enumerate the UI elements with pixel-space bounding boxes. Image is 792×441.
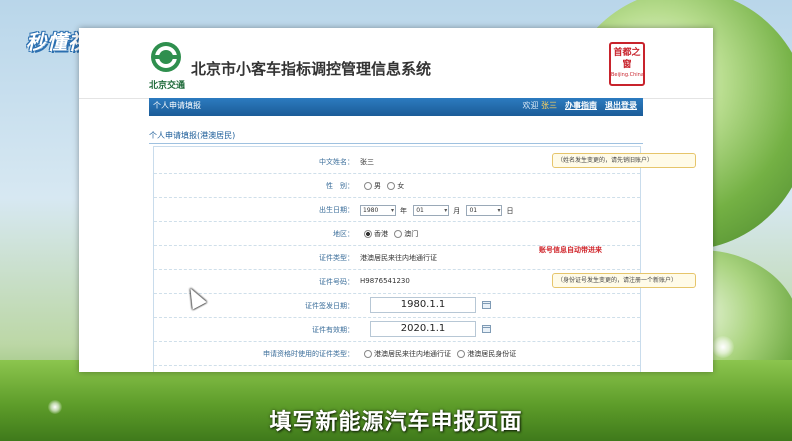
browser-page: 北京交通 北京市小客车指标调控管理信息系统 首都之窗 Beijing.China… [79, 28, 713, 372]
row-chinese-name: 中文姓名： 张三 （姓名发生变更的，请先销旧账户） [154, 151, 696, 174]
year-unit: 年 [400, 206, 407, 215]
calendar-icon[interactable] [482, 325, 491, 333]
apply-cert-permit-label: 港澳居民来往内地通行证 [374, 350, 451, 358]
row-region: 地区： 香港 澳门 [154, 223, 640, 246]
birth-year-select[interactable]: 1980 [360, 205, 396, 216]
row-cert-type: 证件类型： 港澳居民来往内地通行证 [154, 247, 640, 270]
user-name: 张三 [541, 101, 557, 110]
org-name: 北京交通 [149, 81, 186, 91]
tab-personal-application[interactable]: 个人申请填报 [153, 100, 201, 111]
gender-male-radio[interactable] [364, 182, 372, 190]
region-hongkong-label: 香港 [374, 230, 388, 238]
row-gender: 性 别： 男 女 [154, 175, 640, 198]
cert-type-label: 证件类型： [319, 254, 354, 262]
apply-cert-options: 港澳居民来往内地通行证 港澳居民身份证 [360, 349, 516, 359]
row-birth-date: 出生日期： 1980年 01月 01日 [154, 199, 640, 222]
capital-window-seal: 首都之窗 Beijing.China [609, 42, 645, 86]
row-cert-number: 证件号码： H9876541230 （身份证号发生变更的，请注册一个新账户） [154, 271, 696, 294]
nav-bar: 个人申请填报 欢迎 张三 办事指南 退出登录 [149, 98, 643, 116]
site-header: 北京交通 北京市小客车指标调控管理信息系统 首都之窗 Beijing.China [79, 28, 713, 99]
expiry-date-label: 证件有效期： [312, 326, 354, 334]
region-options: 香港 澳门 [360, 229, 418, 239]
cert-type-value: 港澳居民来往内地通行证 [360, 254, 437, 262]
chinese-name-label: 中文姓名： [319, 158, 354, 166]
issue-date-input[interactable]: 1980.1.1 [370, 297, 476, 313]
gender-label: 性 别： [326, 182, 354, 190]
apply-cert-permit-radio[interactable] [364, 350, 372, 358]
nav-user-area: 欢迎 张三 办事指南 退出登录 [522, 100, 637, 111]
logout-link[interactable]: 退出登录 [605, 100, 637, 111]
chinese-name-value: 张三 [360, 158, 374, 166]
birth-date-selects: 1980年 01月 01日 [360, 205, 517, 216]
region-label: 地区： [333, 230, 354, 238]
day-unit: 日 [506, 206, 514, 215]
apply-cert-type-label: 申请资格时使用的证件类型： [263, 350, 354, 358]
month-unit: 月 [453, 206, 461, 215]
video-caption: 填写新能源汽车申报页面 [269, 410, 523, 435]
guide-link[interactable]: 办事指南 [565, 100, 597, 111]
region-macau-radio[interactable] [394, 230, 403, 238]
region-macau-label: 澳门 [404, 230, 419, 238]
row-issue-date: 证件签发日期： 1980.1.1 [154, 295, 640, 318]
sparkle-icon [712, 336, 734, 358]
gender-options: 男 女 [360, 181, 404, 191]
apply-cert-id-label: 港澳居民身份证 [467, 350, 517, 358]
apply-cert-id-radio[interactable] [457, 350, 466, 358]
greeting-label: 欢迎 [522, 101, 539, 110]
seal-sub: Beijing.China [611, 72, 644, 78]
expiry-date-input[interactable]: 2020.1.1 [370, 321, 476, 337]
issue-date-label: 证件签发日期： [305, 302, 354, 310]
system-title: 北京市小客车指标调控管理信息系统 [191, 60, 432, 78]
birth-day-select[interactable]: 01 [466, 205, 503, 216]
gender-female-radio[interactable] [387, 182, 396, 190]
row-expiry-date: 证件有效期： 2020.1.1 [154, 319, 640, 342]
cert-number-value: H9876541230 [360, 277, 410, 285]
gender-male-label: 男 [374, 182, 381, 190]
birth-month-select[interactable]: 01 [413, 205, 450, 216]
seal-text: 首都之窗 [613, 48, 641, 70]
row-apply-cert-type: 申请资格时使用的证件类型： 港澳居民来往内地通行证 港澳居民身份证 [154, 343, 640, 366]
gender-female-label: 女 [397, 182, 405, 190]
id-change-hint: （身份证号发生变更的，请注册一个新账户） [552, 273, 696, 288]
name-change-hint: （姓名发生变更的，请先销旧账户） [552, 153, 696, 168]
region-hongkong-radio[interactable] [364, 230, 372, 238]
application-form: 中文姓名： 张三 （姓名发生变更的，请先销旧账户） 性 别： 男 女 出生日期：… [153, 146, 696, 372]
birth-date-label: 出生日期： [319, 206, 354, 214]
calendar-icon[interactable] [482, 301, 491, 309]
section-title: 个人申请填报(港澳居民) [149, 130, 643, 144]
beijing-transport-logo-icon [151, 42, 181, 72]
cert-number-label: 证件号码： [319, 278, 354, 286]
